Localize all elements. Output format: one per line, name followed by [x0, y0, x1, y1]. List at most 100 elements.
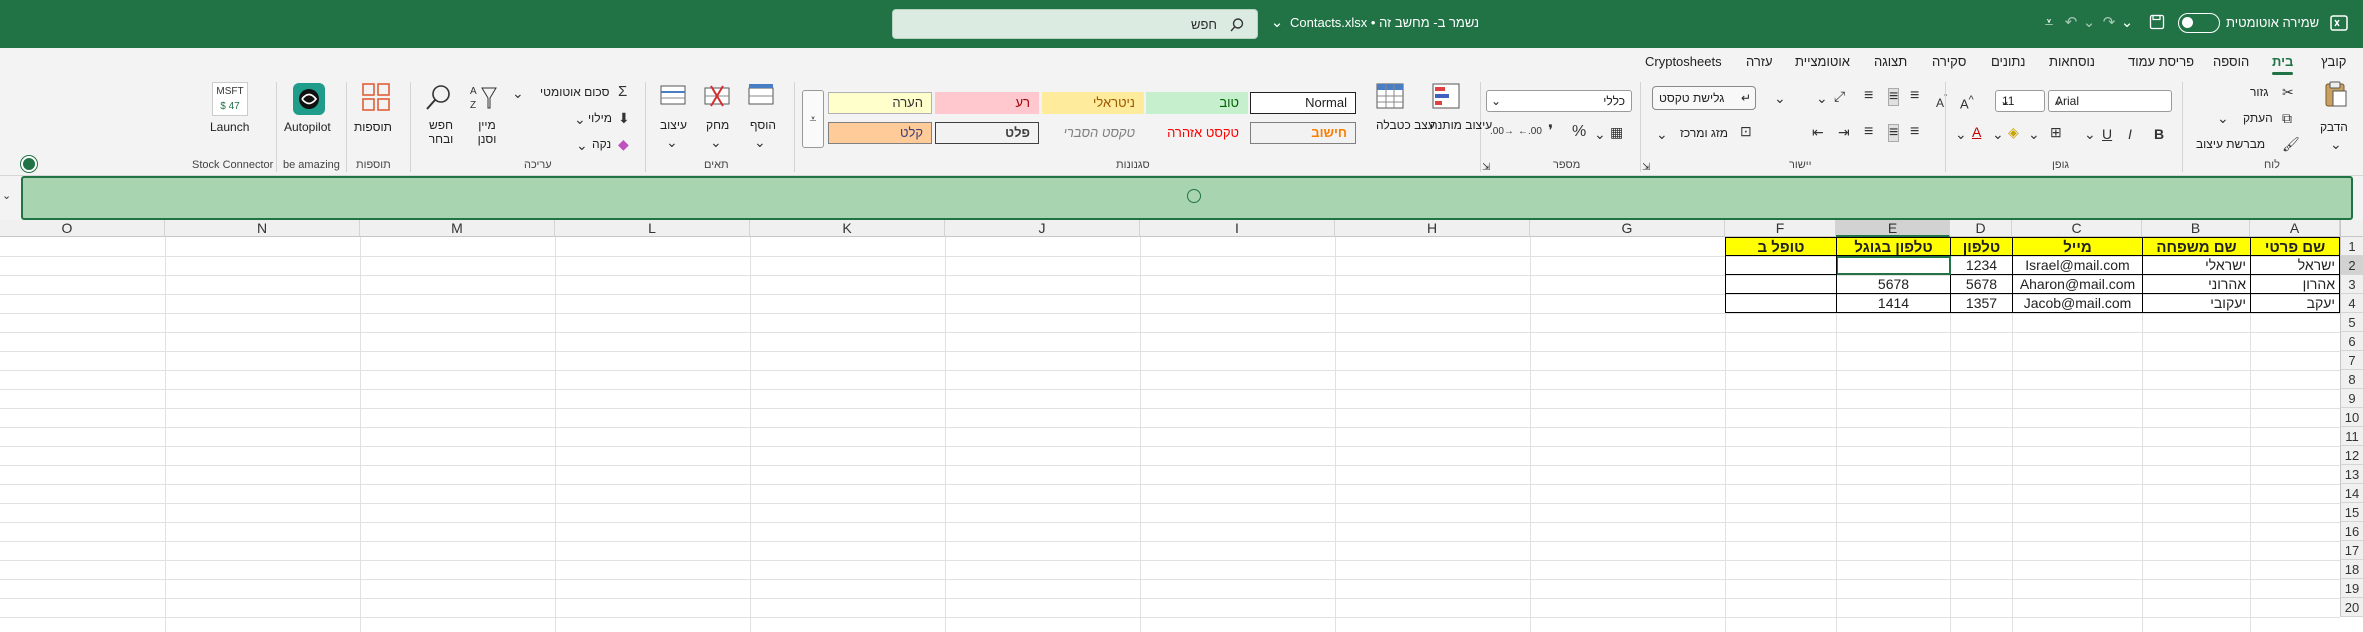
table-header-cell[interactable]: שם משפחה [2142, 237, 2251, 256]
tab-help[interactable]: עזרה [1746, 54, 1773, 69]
column-header-c[interactable]: C [2012, 220, 2142, 237]
column-header-n[interactable]: N [165, 220, 360, 237]
column-header-f[interactable]: F [1725, 220, 1836, 237]
quick-access-customize-icon[interactable]: ⩡ [2040, 14, 2058, 32]
decrease-decimal-icon[interactable]: .00→ [1490, 124, 1514, 140]
table-cell[interactable]: Jacob@mail.com [2012, 294, 2143, 313]
merge-center-icon[interactable]: ⊡ [1740, 123, 1752, 139]
alignment-launcher-icon[interactable]: ⇲ [1642, 160, 1650, 176]
delete-cells-icon[interactable] [702, 82, 732, 110]
fill-icon[interactable]: ⬇ [618, 110, 630, 126]
sort-filter-button[interactable]: מיין וסנן [470, 118, 504, 146]
table-cell[interactable]: אהרוני [2142, 275, 2251, 294]
style-explanatory-text[interactable]: טקסט הסברי [1042, 122, 1144, 144]
row-header-7[interactable]: 7 [2340, 351, 2363, 370]
style-calculation[interactable]: חישוב [1250, 122, 1356, 144]
tab-file[interactable]: קובץ [2321, 54, 2346, 69]
row-header-6[interactable]: 6 [2340, 332, 2363, 351]
style-input[interactable]: קלט [828, 122, 932, 144]
text-orientation-icon[interactable]: ⤢ [1834, 88, 1845, 104]
row-header-10[interactable]: 10 [2340, 408, 2363, 427]
increase-indent-icon[interactable]: ⇥ [1838, 124, 1850, 140]
autosave-toggle[interactable] [2178, 13, 2220, 33]
table-header-cell[interactable]: טופל ב [1725, 237, 1837, 256]
row-header-12[interactable]: 12 [2340, 446, 2363, 465]
bold-icon[interactable]: B [2154, 126, 2164, 142]
style-good[interactable]: טוב [1146, 92, 1248, 114]
comma-style-icon[interactable]: ❜ [1548, 124, 1553, 140]
column-header-d[interactable]: D [1950, 220, 2012, 237]
orientation-dropdown-icon[interactable]: ⌄ [1816, 90, 1828, 106]
tab-review[interactable]: סקירה [1932, 54, 1966, 69]
align-left-icon[interactable]: ≡ [1864, 124, 1873, 140]
column-header-b[interactable]: B [2142, 220, 2250, 237]
column-header-k[interactable]: K [750, 220, 945, 237]
undo-dropdown-icon[interactable]: ⌄ [2080, 14, 2098, 32]
tab-automate[interactable]: אוטומציית [1795, 54, 1850, 69]
row-header-17[interactable]: 17 [2340, 541, 2363, 560]
increase-font-icon[interactable]: A^ [1960, 92, 1974, 112]
row-header-11[interactable]: 11 [2340, 427, 2363, 446]
column-header-l[interactable]: L [555, 220, 750, 237]
cut-icon[interactable]: ✂ [2282, 84, 2294, 100]
select-all-corner[interactable] [2340, 220, 2363, 237]
save-icon[interactable] [2148, 14, 2166, 32]
table-cell[interactable]: Israel@mail.com [2012, 256, 2143, 275]
table-cell[interactable]: ישראל [2250, 256, 2340, 275]
format-cells-icon[interactable] [658, 82, 688, 110]
table-cell[interactable]: 5678 [1950, 275, 2013, 294]
row-header-1[interactable]: 1 [2340, 237, 2363, 256]
wrap-text-button[interactable]: גלישת טקסט ↵ [1652, 86, 1756, 110]
autosum-button[interactable]: סכום אוטומטי [540, 85, 609, 99]
merge-dropdown-icon[interactable]: ⌄ [1656, 126, 1668, 142]
clear-dropdown-icon[interactable]: ⌄ [576, 137, 588, 153]
clear-icon[interactable]: ◆ [618, 136, 629, 152]
redo-dropdown-icon[interactable]: ⌄ [2118, 14, 2136, 32]
row-header-3[interactable]: 3 [2340, 275, 2363, 294]
number-format-select[interactable]: כללי ⌄ [1486, 90, 1632, 112]
launch-button[interactable]: Launch [210, 120, 249, 134]
paste-dropdown-icon[interactable]: ⌄ [2330, 136, 2342, 152]
format-as-table-button[interactable]: עצב כטבלה [1376, 118, 1435, 132]
row-header-14[interactable]: 14 [2340, 484, 2363, 503]
column-header-e[interactable]: E [1836, 220, 1950, 237]
addins-button[interactable]: תוספות [354, 120, 392, 134]
file-title[interactable]: Contacts.xlsx • נשמר ב- מחשב זה [1290, 15, 1479, 30]
table-cell[interactable]: ישראלי [2142, 256, 2251, 275]
style-bad[interactable]: רע [935, 92, 1039, 114]
align-bottom-icon[interactable]: ≡ [1864, 88, 1873, 104]
row-header-13[interactable]: 13 [2340, 465, 2363, 484]
column-header-g[interactable]: G [1530, 220, 1725, 237]
fill-button[interactable]: מילוי [588, 111, 612, 125]
tab-page-layout[interactable]: פריסת עמוד [2128, 54, 2194, 69]
insert-cells-button[interactable]: הוסף [750, 118, 776, 132]
underline-icon[interactable]: U [2102, 126, 2112, 142]
increase-decimal-icon[interactable]: ←.00 [1518, 124, 1542, 140]
row-header-9[interactable]: 9 [2340, 389, 2363, 408]
row-header-16[interactable]: 16 [2340, 522, 2363, 541]
column-header-h[interactable]: H [1335, 220, 1530, 237]
tab-formulas[interactable]: נוסחאות [2049, 54, 2095, 69]
row-header-18[interactable]: 18 [2340, 560, 2363, 579]
autosum-dropdown-icon[interactable]: ⌄ [512, 85, 524, 101]
delete-dropdown-icon[interactable]: ⌄ [710, 134, 722, 150]
paste-button[interactable]: הדבק [2320, 120, 2348, 134]
table-header-cell[interactable]: טלפון [1950, 237, 2013, 256]
tab-data[interactable]: נתונים [1991, 54, 2025, 69]
addin-target-icon[interactable] [1187, 189, 1201, 203]
table-cell[interactable]: 1357 [1950, 294, 2013, 313]
clear-button[interactable]: נקה [592, 137, 611, 151]
table-cell[interactable]: 1414 [1836, 294, 1951, 313]
undo-icon[interactable]: ↶ [2062, 14, 2080, 32]
copy-dropdown-icon[interactable]: ⌄ [2217, 110, 2229, 126]
table-cell[interactable]: יעקובי [2142, 294, 2251, 313]
column-header-o[interactable]: O [0, 220, 165, 237]
find-select-button[interactable]: חפש ובחר [424, 118, 458, 146]
fill-color-icon[interactable]: ◈ [2008, 124, 2019, 140]
style-warning-text[interactable]: טקסט אזהרה [1146, 122, 1248, 144]
table-cell[interactable]: Aharon@mail.com [2012, 275, 2143, 294]
table-cell[interactable]: יעקב [2250, 294, 2340, 313]
format-painter-button[interactable]: מברשת עיצוב [2196, 137, 2265, 151]
redo-icon[interactable]: ↷ [2100, 14, 2118, 32]
tab-view[interactable]: תצוגה [1874, 54, 1907, 69]
